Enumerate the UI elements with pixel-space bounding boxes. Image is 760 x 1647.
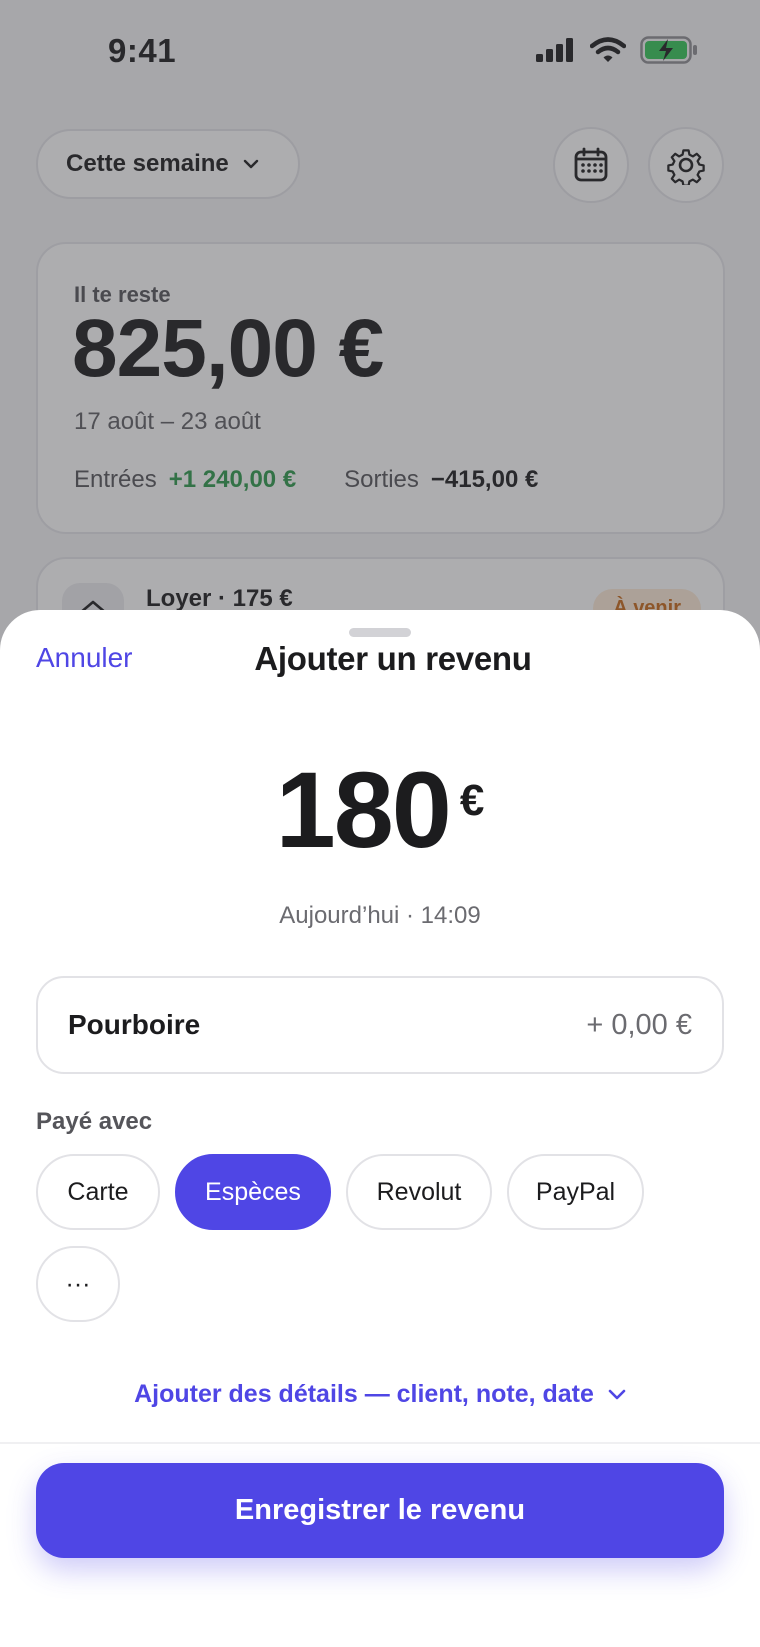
amount-display[interactable]: 180 € bbox=[0, 756, 760, 864]
tip-field[interactable]: Pourboire + 0,00 € bbox=[36, 976, 724, 1074]
save-income-label: Enregistrer le revenu bbox=[234, 1494, 526, 1526]
amount-timestamp: Aujourd’hui · 14:09 bbox=[279, 902, 481, 929]
tip-label: Pourboire bbox=[68, 1009, 201, 1040]
add-details-link[interactable]: Ajouter des détails — client, note, date bbox=[0, 1380, 760, 1409]
add-details-label: Ajouter des détails — client, note, date bbox=[134, 1380, 594, 1408]
payment-chip-paypal[interactable]: PayPal bbox=[507, 1154, 644, 1230]
payment-chip-cash[interactable]: Espèces bbox=[175, 1154, 331, 1230]
chevron-down-icon bbox=[608, 1389, 626, 1400]
amount-currency: € bbox=[459, 776, 485, 825]
save-income-button[interactable]: Enregistrer le revenu bbox=[36, 1463, 724, 1558]
sheet-title: Ajouter un revenu bbox=[254, 640, 532, 677]
tip-value: + 0,00 € bbox=[586, 1008, 692, 1041]
add-income-sheet: Annuler Ajouter un revenu 180 € Aujourd’… bbox=[0, 610, 760, 1647]
payment-method-label: Payé avec bbox=[36, 1108, 153, 1135]
sheet-grabber[interactable] bbox=[349, 628, 411, 637]
payment-chip-more[interactable]: ··· bbox=[36, 1246, 120, 1322]
divider bbox=[0, 1442, 760, 1444]
payment-chip-card[interactable]: Carte bbox=[36, 1154, 160, 1230]
payment-chip-revolut[interactable]: Revolut bbox=[346, 1154, 492, 1230]
amount-value: 180 bbox=[275, 749, 452, 870]
